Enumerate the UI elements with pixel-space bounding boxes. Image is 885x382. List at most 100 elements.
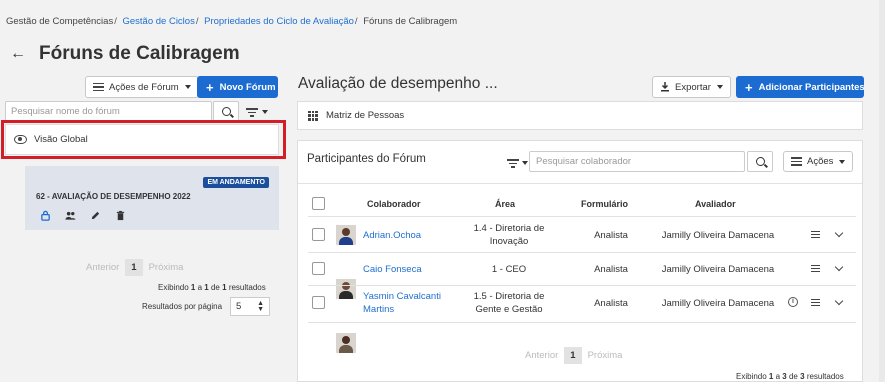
forum-search-button[interactable] xyxy=(213,101,239,122)
add-participants-label: Adicionar Participantes xyxy=(758,81,865,93)
select-all-checkbox[interactable] xyxy=(312,197,325,210)
row-checkbox[interactable] xyxy=(312,296,325,309)
participants-title: Participantes do Fórum xyxy=(307,153,426,165)
collaborator-name-link[interactable]: Caio Fonseca xyxy=(363,263,422,276)
page-scrollbar[interactable] xyxy=(879,0,885,382)
collaborator-search-input[interactable]: Pesquisar colaborador xyxy=(529,151,745,172)
evaluation-title: Avaliação de desempenho ... xyxy=(298,75,498,92)
caret-down-icon xyxy=(522,161,528,166)
sort-arrows-icon: ▲ ▼ xyxy=(257,299,264,313)
caret-down-icon xyxy=(716,85,723,89)
forum-actions-label: Ações de Fórum xyxy=(109,81,179,93)
participants-actions-label: Ações xyxy=(807,156,834,167)
forum-search-placeholder: Pesquisar nome do fórum xyxy=(11,106,120,117)
breadcrumb: Gestão de Competências/ Gestão de Ciclos… xyxy=(6,16,458,27)
chevron-down-icon[interactable] xyxy=(834,262,844,272)
grid-icon xyxy=(308,110,318,121)
collaborator-search-placeholder: Pesquisar colaborador xyxy=(536,156,632,167)
divider xyxy=(308,322,856,323)
caret-down-icon xyxy=(184,85,191,89)
form-cell: Analista xyxy=(594,264,628,275)
back-arrow-icon[interactable]: ← xyxy=(10,45,26,63)
evaluator-cell: Jamilly Oliveira Damacena xyxy=(661,230,775,241)
participants-pagination: Anterior 1 Próxima xyxy=(525,347,622,364)
plus-icon: + xyxy=(206,79,214,95)
area-cell: 1.5 - Diretoria de Gente e Gestão xyxy=(473,291,545,315)
pagination-next[interactable]: Próxima xyxy=(588,350,623,361)
row-checkbox[interactable] xyxy=(312,228,325,241)
pagination-current-page[interactable]: 1 xyxy=(125,259,143,276)
search-icon xyxy=(755,157,765,166)
breadcrumb-link-cycle-properties[interactable]: Propriedades do Ciclo de Avaliação xyxy=(204,16,354,27)
chevron-down-icon[interactable] xyxy=(834,296,844,306)
menu-icon xyxy=(93,81,104,94)
collaborator-search-button[interactable] xyxy=(747,151,773,172)
forum-card[interactable]: EM ANDAMENTO 62 - AVALIAÇÃO DE DESEMPENH… xyxy=(25,166,279,230)
area-cell: 1 - CEO xyxy=(491,264,527,275)
new-forum-label: Novo Fórum xyxy=(219,81,276,93)
filter-icon xyxy=(507,157,519,170)
pagination-previous[interactable]: Anterior xyxy=(525,350,558,361)
add-participants-button[interactable]: + Adicionar Participantes xyxy=(736,76,865,98)
table-row[interactable]: Yasmin Cavalcanti Martins 1.5 - Diretori… xyxy=(298,181,862,353)
list-icon[interactable] xyxy=(811,229,820,240)
breadcrumb-root: Gestão de Competências xyxy=(6,16,114,27)
area-cell: 1.4 - Diretoria de Inovação xyxy=(473,223,545,247)
caret-down-icon xyxy=(262,110,268,115)
export-label: Exportar xyxy=(675,81,711,93)
avatar xyxy=(336,333,356,353)
forum-actions-dropdown[interactable]: Ações de Fórum xyxy=(85,76,199,98)
collaborator-name-link[interactable]: Adrian.Ochoa xyxy=(363,229,421,242)
avatar xyxy=(336,279,356,299)
breadcrumb-current: Fóruns de Calibragem xyxy=(363,16,458,27)
per-page-select[interactable]: 5 ▲ ▼ xyxy=(230,297,270,316)
divider xyxy=(308,252,856,253)
column-header-collaborator[interactable]: Colaborador xyxy=(367,199,421,209)
per-page-value: 5 xyxy=(236,301,242,312)
divider xyxy=(308,216,856,217)
form-cell: Analista xyxy=(594,230,628,241)
download-icon xyxy=(661,82,669,92)
participants-panel: Participantes do Fórum Pesquisar colabor… xyxy=(297,140,863,382)
lock-icon[interactable] xyxy=(40,210,51,221)
list-icon[interactable] xyxy=(811,297,820,308)
pagination-next[interactable]: Próxima xyxy=(149,262,184,273)
filter-icon xyxy=(246,106,258,119)
highlight-outline xyxy=(1,120,286,159)
info-icon[interactable]: i xyxy=(788,297,798,307)
pagination-current-page[interactable]: 1 xyxy=(564,347,582,364)
participants-actions-dropdown[interactable]: Ações xyxy=(783,151,854,172)
new-forum-button[interactable]: + Novo Fórum xyxy=(197,76,278,98)
forum-results-summary: Exibindo 1 a 1 de 1 resultados xyxy=(158,283,266,292)
breadcrumb-link-cycles[interactable]: Gestão de Ciclos xyxy=(122,16,194,27)
forum-card-actions xyxy=(40,210,126,221)
forum-search-input[interactable]: Pesquisar nome do fórum xyxy=(5,101,212,122)
collaborator-name-link[interactable]: Yasmin Cavalcanti Martins xyxy=(363,290,463,316)
forum-pagination: Anterior 1 Próxima xyxy=(86,259,183,276)
evaluator-cell: Jamilly Oliveira Damacena xyxy=(661,264,775,275)
divider xyxy=(298,183,862,184)
menu-icon xyxy=(791,155,802,168)
column-header-evaluator[interactable]: Avaliador xyxy=(695,199,736,209)
chevron-down-icon[interactable] xyxy=(834,228,844,238)
people-matrix-bar[interactable]: Matriz de Pessoas xyxy=(297,101,863,130)
pagination-previous[interactable]: Anterior xyxy=(86,262,119,273)
users-icon[interactable] xyxy=(65,210,76,221)
page-title: Fóruns de Calibragem xyxy=(39,43,240,64)
forum-filter-button[interactable] xyxy=(246,106,268,119)
form-cell: Analista xyxy=(594,298,628,309)
pencil-icon[interactable] xyxy=(90,210,101,221)
row-checkbox[interactable] xyxy=(312,262,325,275)
plus-icon: + xyxy=(745,79,753,95)
column-header-form[interactable]: Formulário xyxy=(581,199,628,209)
participants-filter-button[interactable] xyxy=(507,157,528,170)
per-page-label: Resultados por página xyxy=(142,302,223,311)
column-header-area[interactable]: Área xyxy=(495,199,515,209)
divider xyxy=(308,285,856,286)
caret-down-icon xyxy=(839,159,846,164)
list-icon[interactable] xyxy=(811,263,820,274)
trash-icon[interactable] xyxy=(115,210,126,221)
evaluator-cell: Jamilly Oliveira Damacena xyxy=(661,298,775,309)
export-dropdown[interactable]: Exportar xyxy=(652,76,731,98)
people-matrix-label: Matriz de Pessoas xyxy=(326,110,405,121)
